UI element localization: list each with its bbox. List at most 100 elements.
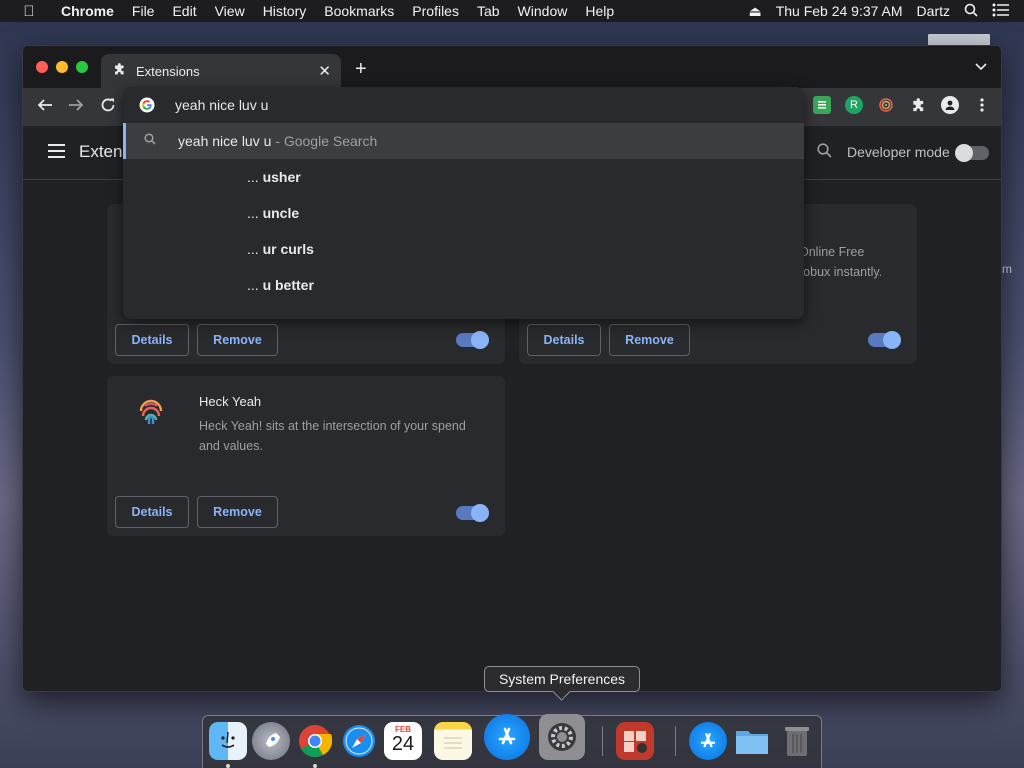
dock-separator xyxy=(675,726,676,756)
suggestion-google-search[interactable]: yeah nice luv u - Google Search xyxy=(123,123,804,159)
menu-bookmarks[interactable]: Bookmarks xyxy=(324,3,394,19)
extension-card-heck-yeah: Heck Yeah Heck Yeah! sits at the interse… xyxy=(107,376,505,536)
extensions-puzzle-icon[interactable] xyxy=(909,96,927,114)
enable-toggle-2[interactable] xyxy=(868,331,901,349)
suggestion-prefix: ... xyxy=(247,169,259,185)
search-extensions-icon[interactable] xyxy=(817,143,832,162)
more-options-icon[interactable] xyxy=(973,96,991,114)
spotlight-search-icon[interactable] xyxy=(964,3,978,20)
photo-booth-icon[interactable] xyxy=(616,722,654,760)
details-button-2[interactable]: Details xyxy=(527,324,601,356)
suggestion-text: ... usher xyxy=(247,169,301,185)
suggestion-prefix: ... xyxy=(247,277,259,293)
details-button-3[interactable]: Details xyxy=(115,496,189,528)
profile-avatar-icon[interactable] xyxy=(941,96,959,114)
minimize-window-button[interactable] xyxy=(56,61,68,73)
developer-mode-label: Developer mode xyxy=(847,144,950,160)
menu-profiles[interactable]: Profiles xyxy=(412,3,459,19)
dock-separator xyxy=(602,726,603,756)
control-center-icon[interactable] xyxy=(992,3,1010,20)
calendar-day: 24 xyxy=(391,732,415,755)
extension-description-2: Online Free robux instantly. xyxy=(799,242,909,282)
address-bar[interactable]: yeah nice luv u xyxy=(123,87,804,123)
suggestion-completion: uncle xyxy=(262,205,300,221)
close-window-button[interactable] xyxy=(36,61,48,73)
chrome-running-indicator xyxy=(313,764,317,768)
suggestion-completion: u better xyxy=(262,277,314,293)
dock: FEB 24 xyxy=(202,714,822,768)
suggestion-text: ... u better xyxy=(247,277,314,293)
google-g-icon xyxy=(139,97,155,113)
search-icon xyxy=(144,133,156,148)
menu-bar:  Chrome File Edit View History Bookmark… xyxy=(0,0,1024,22)
extension-icons: R xyxy=(813,96,991,114)
enable-toggle-3[interactable] xyxy=(456,504,489,522)
tab-search-chevron-icon[interactable] xyxy=(975,60,987,74)
reload-icon[interactable] xyxy=(100,97,116,118)
rs-extension-icon[interactable]: R xyxy=(845,96,863,114)
menubar-user[interactable]: Dartz xyxy=(917,3,950,19)
launchpad-rocket-icon[interactable] xyxy=(252,722,290,760)
suggestion-completion: usher xyxy=(262,169,301,185)
suggestion-prefix: ... xyxy=(247,205,259,221)
finder-running-indicator xyxy=(226,764,230,768)
menu-view[interactable]: View xyxy=(215,3,245,19)
tab-strip: Extensions ✕ + xyxy=(23,46,1001,88)
notes-icon[interactable] xyxy=(434,722,472,760)
fingerprint-extension-icon[interactable] xyxy=(877,96,895,114)
suggestion-prefix: ... xyxy=(247,241,259,257)
omnibox-dropdown: yeah nice luv u yeah nice luv u - Google… xyxy=(123,87,804,319)
remove-button-2[interactable]: Remove xyxy=(609,324,690,356)
system-preferences-gear-icon[interactable] xyxy=(539,714,585,760)
suggestion-query: yeah nice luv u xyxy=(178,133,272,149)
remove-button-3[interactable]: Remove xyxy=(197,496,278,528)
suggestion-text: yeah nice luv u - Google Search xyxy=(178,133,377,149)
apple-menu-icon[interactable]:  xyxy=(18,3,40,20)
extension-description: Heck Yeah! sits at the intersection of y… xyxy=(199,419,466,453)
new-tab-button[interactable]: + xyxy=(355,58,367,81)
menu-edit[interactable]: Edit xyxy=(172,3,196,19)
fullscreen-window-button[interactable] xyxy=(76,61,88,73)
calendar-icon[interactable]: FEB 24 xyxy=(384,722,422,760)
suggestion-text: ... uncle xyxy=(247,205,299,221)
suggestion-u-better[interactable]: ... u better xyxy=(123,267,804,303)
tab-extensions[interactable]: Extensions ✕ xyxy=(101,54,341,88)
menu-tab[interactable]: Tab xyxy=(477,3,500,19)
eject-icon[interactable]: ⏏ xyxy=(748,3,761,20)
heck-yeah-fingerprint-icon xyxy=(135,396,167,428)
puzzle-piece-icon xyxy=(113,63,126,79)
suggestion-suffix: - Google Search xyxy=(275,133,378,149)
suggestion-completion: ur curls xyxy=(262,241,314,257)
developer-mode-toggle[interactable] xyxy=(955,144,989,162)
suggestion-uncle[interactable]: ... uncle xyxy=(123,195,804,231)
green-list-extension-icon[interactable] xyxy=(813,96,831,114)
forward-arrow-icon[interactable] xyxy=(68,97,84,118)
dock-tooltip: System Preferences xyxy=(484,666,640,692)
menu-help[interactable]: Help xyxy=(585,3,614,19)
app-store-downloads-icon[interactable] xyxy=(689,722,727,760)
remove-button-1[interactable]: Remove xyxy=(197,324,278,356)
menubar-datetime[interactable]: Thu Feb 24 9:37 AM xyxy=(776,3,903,19)
suggestion-usher[interactable]: ... usher xyxy=(123,159,804,195)
close-tab-icon[interactable]: ✕ xyxy=(318,62,331,80)
chrome-icon[interactable] xyxy=(296,722,334,760)
enable-toggle-1[interactable] xyxy=(456,331,489,349)
app-store-icon[interactable] xyxy=(484,714,530,760)
trash-icon[interactable] xyxy=(778,722,816,760)
suggestion-text: ... ur curls xyxy=(247,241,314,257)
folder-icon[interactable] xyxy=(733,722,771,760)
details-button-1[interactable]: Details xyxy=(115,324,189,356)
tab-title: Extensions xyxy=(136,63,200,79)
menu-window[interactable]: Window xyxy=(518,3,568,19)
extension-description-2-line-2: robux instantly. xyxy=(799,265,883,279)
menu-file[interactable]: File xyxy=(132,3,155,19)
address-bar-input[interactable]: yeah nice luv u xyxy=(175,97,268,113)
finder-icon[interactable] xyxy=(209,722,247,760)
extension-description-2-line-1: Online Free xyxy=(799,245,865,259)
suggestion-ur-curls[interactable]: ... ur curls xyxy=(123,231,804,267)
safari-compass-icon[interactable] xyxy=(340,722,378,760)
menu-history[interactable]: History xyxy=(263,3,307,19)
hamburger-menu-icon[interactable] xyxy=(48,144,65,162)
menu-chrome[interactable]: Chrome xyxy=(61,3,114,19)
back-arrow-icon[interactable] xyxy=(37,97,53,118)
